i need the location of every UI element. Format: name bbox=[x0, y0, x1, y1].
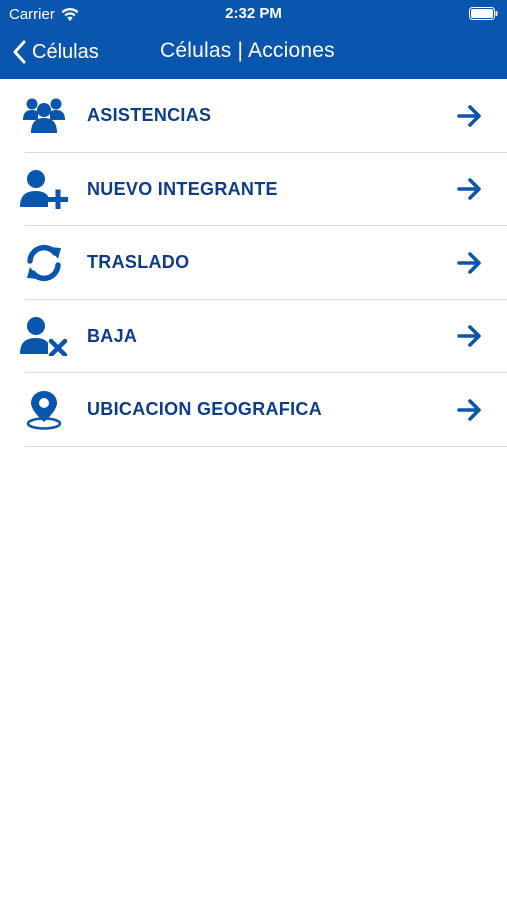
map-pin-icon bbox=[18, 388, 70, 432]
menu-item-label: BAJA bbox=[87, 325, 138, 346]
refresh-icon bbox=[18, 241, 70, 285]
arrow-right-icon bbox=[457, 251, 483, 275]
menu-item-baja[interactable]: BAJA bbox=[0, 300, 507, 373]
arrow-right-icon bbox=[457, 177, 483, 201]
users-group-icon bbox=[18, 94, 70, 138]
battery-icon bbox=[469, 7, 498, 20]
menu-item-ubicacion-geografica[interactable]: UBICACION GEOGRAFICA bbox=[0, 373, 507, 447]
status-bar: Carrier 2:32 PM bbox=[0, 0, 507, 28]
user-plus-icon bbox=[18, 167, 70, 211]
app-header: Carrier 2:32 PM Células Células | Accion… bbox=[0, 0, 507, 79]
page-title: Células | Acciones bbox=[160, 39, 335, 62]
arrow-right-icon bbox=[457, 104, 483, 128]
menu-item-nuevo-integrante[interactable]: NUEVO INTEGRANTE bbox=[0, 153, 507, 226]
arrow-right-icon bbox=[457, 398, 483, 422]
actions-menu: ASISTENCIAS NUEVO INTEGRANTE TRASLADO BA… bbox=[0, 79, 507, 447]
menu-item-asistencias[interactable]: ASISTENCIAS bbox=[0, 79, 507, 153]
menu-item-label: ASISTENCIAS bbox=[87, 105, 212, 126]
divider bbox=[25, 445, 507, 447]
arrow-right-icon bbox=[457, 324, 483, 348]
navigation-bar: Células Células | Acciones bbox=[0, 30, 507, 75]
menu-item-label: NUEVO INTEGRANTE bbox=[87, 178, 278, 199]
back-label: Células bbox=[32, 40, 99, 63]
user-remove-icon bbox=[18, 314, 70, 358]
menu-item-traslado[interactable]: TRASLADO bbox=[0, 226, 507, 300]
status-time: 2:32 PM bbox=[225, 5, 282, 22]
menu-item-label: UBICACION GEOGRAFICA bbox=[87, 399, 322, 420]
chevron-left-icon bbox=[12, 40, 26, 64]
back-button[interactable]: Células bbox=[12, 36, 99, 68]
menu-item-label: TRASLADO bbox=[87, 252, 190, 273]
